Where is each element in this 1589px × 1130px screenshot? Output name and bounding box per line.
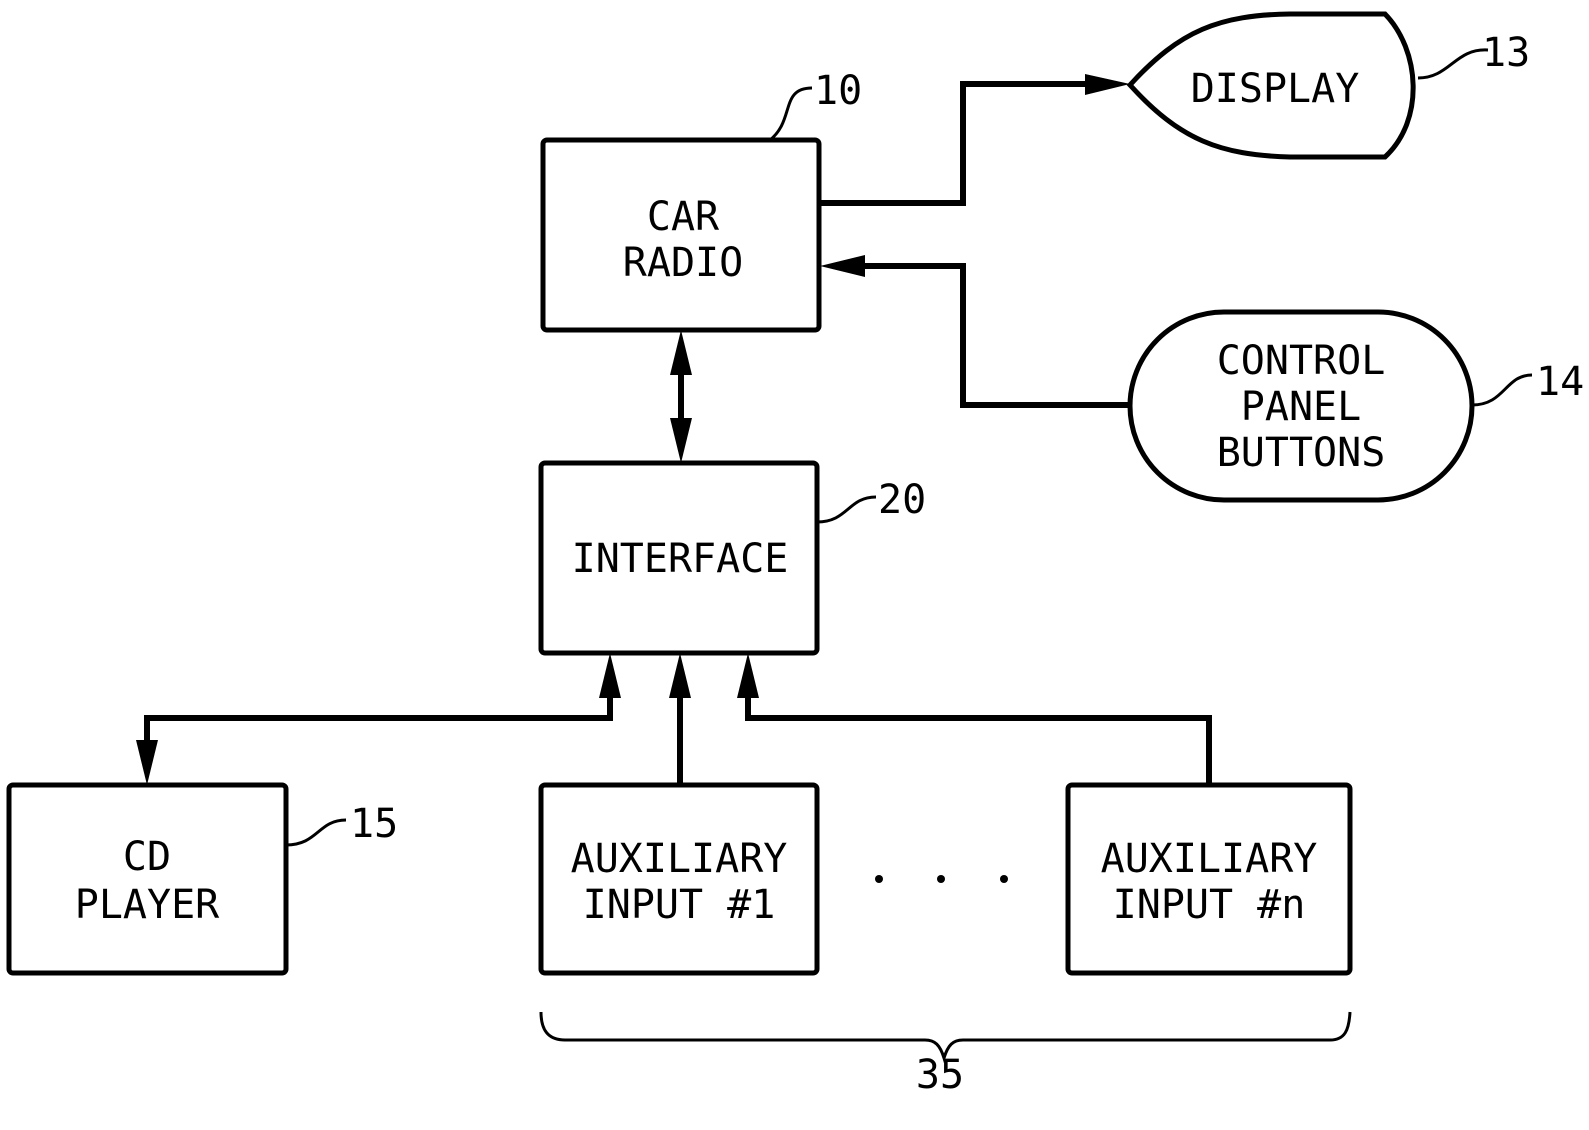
display-block: DISPLAY 13 — [1126, 11, 1530, 160]
car-radio-block: CAR RADIO 10 — [540, 68, 862, 333]
connector-auxn-to-interface — [737, 653, 1212, 785]
aux-input-n-block: AUXILIARY INPUT #n — [1065, 782, 1353, 976]
display-ref-number: 13 — [1482, 30, 1530, 76]
cd-player-leader-line — [285, 818, 347, 847]
aux-inputs-group-ref-number: 35 — [916, 1052, 964, 1098]
car-radio-label-line1: CAR — [647, 194, 720, 240]
aux-input-n-label-line2: INPUT #n — [1113, 882, 1306, 928]
arrowhead — [599, 653, 621, 698]
ellipsis-dot — [937, 875, 945, 883]
connector-radio-to-display — [819, 74, 1130, 206]
cd-player-label-line2: PLAYER — [75, 882, 220, 928]
connector-aux1-to-interface — [669, 653, 691, 785]
interface-ref-number: 20 — [878, 477, 926, 523]
control-panel-ref-number: 14 — [1536, 359, 1584, 405]
connector-interface-cd-player — [136, 653, 621, 785]
aux-input-1-label-line1: AUXILIARY — [571, 836, 788, 882]
display-leader-line — [1417, 48, 1489, 80]
block-diagram: CAR RADIO 10 DISPLAY 13 CONTROL PANEL BU… — [6, 11, 1584, 1098]
cd-player-label-line1: CD — [123, 834, 171, 880]
aux-input-1-label-line2: INPUT #1 — [583, 882, 776, 928]
ellipsis — [875, 875, 1008, 883]
control-panel-block: CONTROL PANEL BUTTONS 14 — [1127, 309, 1584, 503]
arrowhead — [670, 330, 692, 375]
aux-input-n-label-line1: AUXILIARY — [1101, 836, 1318, 882]
aux-input-1-block: AUXILIARY INPUT #1 — [538, 782, 820, 976]
control-panel-label-line1: CONTROL — [1217, 338, 1386, 384]
arrowhead — [1085, 74, 1130, 95]
connector-control-panel-to-radio — [820, 255, 1130, 408]
arrowhead — [737, 653, 759, 698]
arrowhead — [670, 418, 692, 463]
interface-leader-line — [816, 495, 877, 524]
aux-inputs-group-brace: 35 — [539, 1011, 1352, 1098]
control-panel-label-line2: PANEL — [1241, 384, 1361, 430]
ellipsis-dot — [875, 875, 883, 883]
connector-radio-interface-bidirectional — [670, 330, 692, 463]
cd-player-block: CD PLAYER 15 — [6, 782, 398, 976]
arrowhead — [136, 740, 158, 785]
control-panel-leader-line — [1471, 373, 1533, 407]
display-label: DISPLAY — [1191, 66, 1360, 112]
cd-player-ref-number: 15 — [350, 801, 398, 847]
car-radio-ref-number: 10 — [814, 68, 862, 114]
control-panel-label-line3: BUTTONS — [1217, 430, 1386, 476]
car-radio-leader-line — [769, 86, 813, 142]
interface-label: INTERFACE — [572, 536, 789, 582]
car-radio-label-line2: RADIO — [623, 240, 743, 286]
interface-block: INTERFACE 20 — [538, 460, 926, 656]
arrowhead — [820, 255, 865, 277]
arrowhead — [669, 653, 691, 698]
ellipsis-dot — [1000, 875, 1008, 883]
